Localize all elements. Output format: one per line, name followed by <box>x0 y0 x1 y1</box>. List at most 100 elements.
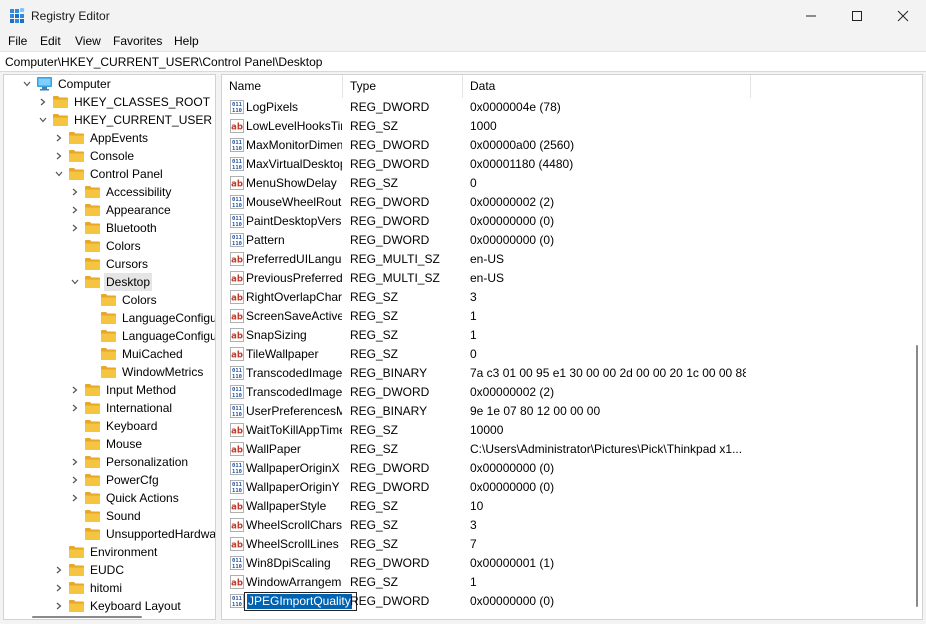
tree-item[interactable]: MuiCached <box>4 345 214 363</box>
value-list[interactable]: Name Type Data 011 110 LogPixels REG_DWORD 0… <box>221 74 923 620</box>
chevron-right-icon[interactable] <box>38 97 48 107</box>
value-row[interactable]: abPreviousPreferredUILanguages REG_MULTI_… <box>222 269 912 288</box>
tree-item[interactable]: Computer <box>4 75 214 93</box>
column-data-header[interactable]: Data <box>463 75 751 98</box>
menu-help[interactable]: Help <box>174 34 199 48</box>
chevron-right-icon[interactable] <box>70 385 80 395</box>
value-type: REG_SZ <box>350 176 399 190</box>
tree-item[interactable]: LanguageConfiguration_pending <box>4 327 215 345</box>
tree-item[interactable]: UnsupportedHardwareNotificationCache <box>4 525 215 543</box>
tree-item[interactable]: Input Method <box>4 381 214 399</box>
menu-view[interactable]: View <box>75 34 101 48</box>
tree-item[interactable]: WindowMetrics <box>4 363 214 381</box>
value-row[interactable]: ab SnapSizing REG_SZ 1 <box>222 326 912 345</box>
tree-item[interactable]: Desktop <box>4 273 214 291</box>
chevron-down-icon[interactable] <box>70 277 80 287</box>
value-row[interactable]: 011 110 WallpaperOriginY REG_DWORD 0x0000000… <box>222 478 912 497</box>
value-row[interactable]: ab WallPaper REG_SZ C:\Users\Administrator\… <box>222 440 912 459</box>
chevron-right-icon[interactable] <box>54 151 64 161</box>
tree-item[interactable]: Control Panel <box>4 165 214 183</box>
key-tree[interactable]: Computer HKEY_CLASSES_ROOT HKEY_CURRENT_US… <box>3 74 216 620</box>
maximize-button[interactable] <box>834 0 880 31</box>
tree-item[interactable]: Bluetooth <box>4 219 214 237</box>
tree-item[interactable]: Environment <box>4 543 214 561</box>
chevron-right-icon[interactable] <box>70 493 80 503</box>
chevron-down-icon[interactable] <box>54 169 64 179</box>
tree-item[interactable]: Personalization <box>4 453 214 471</box>
address-path[interactable]: Computer\HKEY_CURRENT_USER\Control Panel… <box>5 55 322 69</box>
tree-item[interactable]: hitomi <box>4 579 214 597</box>
tree-item[interactable]: International <box>4 399 214 417</box>
value-name: WallPaper <box>246 442 301 456</box>
tree-item-label: WindowMetrics <box>122 365 204 379</box>
value-row[interactable]: abPreferredUILanguages REG_MULTI_SZ en-US <box>222 250 912 269</box>
tree-item[interactable]: Console <box>4 147 214 165</box>
chevron-right-icon[interactable] <box>54 601 64 611</box>
value-row[interactable]: 011110MaxVirtualDesktopDimension REG_DWOR… <box>222 155 912 174</box>
close-button[interactable] <box>880 0 926 31</box>
tree-item[interactable]: Keyboard Layout <box>4 597 214 615</box>
value-row[interactable]: 011 110 LogPixels REG_DWORD 0x0000004e (78) <box>222 98 912 117</box>
value-row[interactable]: ab RightOverlapChars REG_SZ 3 <box>222 288 912 307</box>
value-row[interactable]: 011110MaxMonitorDimension REG_DWORD 0x0000… <box>222 136 912 155</box>
address-bar[interactable]: Computer\HKEY_CURRENT_USER\Control Panel… <box>0 51 926 72</box>
menu-file[interactable]: File <box>8 34 27 48</box>
value-row[interactable]: 011110TranscodedImageCache REG_BINARY 7a c… <box>222 364 912 383</box>
value-row[interactable]: 011 110 WallpaperOriginX REG_DWORD 0x0000000… <box>222 459 912 478</box>
chevron-right-icon[interactable] <box>70 205 80 215</box>
chevron-right-icon[interactable] <box>70 457 80 467</box>
chevron-right-icon[interactable] <box>70 223 80 233</box>
tree-item[interactable]: HKEY_CURRENT_USER <box>4 111 214 129</box>
value-row[interactable]: ab WheelScrollLines REG_SZ 7 <box>222 535 912 554</box>
tree-item[interactable]: Accessibility <box>4 183 214 201</box>
value-row[interactable]: ab MenuShowDelay REG_SZ 0 <box>222 174 912 193</box>
tree-item[interactable]: HKEY_CLASSES_ROOT <box>4 93 214 111</box>
tree-item[interactable]: EUDC <box>4 561 214 579</box>
value-row[interactable]: 011110PaintDesktopVersion REG_DWORD 0x0000… <box>222 212 912 231</box>
value-row[interactable]: abWindowArrangementActive REG_SZ 1 <box>222 573 912 592</box>
rename-input[interactable]: JPEGImportQuality <box>244 592 357 611</box>
tree-item[interactable]: Colors <box>4 291 214 309</box>
value-data: 1 <box>470 309 477 323</box>
menu-favorites[interactable]: Favorites <box>113 34 162 48</box>
value-row[interactable]: 011110UserPreferencesMask REG_BINARY 9e 1e… <box>222 402 912 421</box>
chevron-right-icon[interactable] <box>70 403 80 413</box>
value-row[interactable]: 011110MouseWheelRouting REG_DWORD 0x000000… <box>222 193 912 212</box>
value-row[interactable]: 011 110 JPEGImportQuality REG_DWORD 0x000000… <box>222 592 912 611</box>
column-type-header[interactable]: Type <box>343 75 463 98</box>
tree-item[interactable]: Keyboard <box>4 417 214 435</box>
value-row[interactable]: ab ScreenSaveActive REG_SZ 1 <box>222 307 912 326</box>
minimize-icon <box>806 15 816 16</box>
chevron-down-icon[interactable] <box>38 115 48 125</box>
tree-item[interactable]: Quick Actions <box>4 489 214 507</box>
tree-item[interactable]: LanguageConfiguration <box>4 309 215 327</box>
value-row[interactable]: ab TileWallpaper REG_SZ 0 <box>222 345 912 364</box>
tree-item[interactable]: Colors <box>4 237 214 255</box>
tree-item[interactable]: Cursors <box>4 255 214 273</box>
chevron-right-icon[interactable] <box>54 565 64 575</box>
svg-text:ab: ab <box>231 503 243 513</box>
value-row[interactable]: ab WheelScrollChars REG_SZ 3 <box>222 516 912 535</box>
chevron-down-icon[interactable] <box>22 79 32 89</box>
value-row[interactable]: 011 110 Pattern REG_DWORD 0x00000000 (0) <box>222 231 912 250</box>
value-row[interactable]: abWaitToKillAppTimeout REG_SZ 10000 <box>222 421 912 440</box>
tree-item[interactable]: AppEvents <box>4 129 214 147</box>
tree-item[interactable]: Sound <box>4 507 214 525</box>
value-row[interactable]: abLowLevelHooksTimeout REG_SZ 1000 <box>222 117 912 136</box>
minimize-button[interactable] <box>788 0 834 31</box>
column-name-header[interactable]: Name <box>222 75 343 98</box>
chevron-right-icon[interactable] <box>70 187 80 197</box>
tree-item[interactable]: PowerCfg <box>4 471 214 489</box>
chevron-right-icon[interactable] <box>54 583 64 593</box>
list-vertical-scrollbar[interactable] <box>916 345 918 607</box>
chevron-right-icon[interactable] <box>54 133 64 143</box>
menu-edit[interactable]: Edit <box>40 34 61 48</box>
value-row[interactable]: 011110TranscodedImageCount REG_DWORD 0x000… <box>222 383 912 402</box>
value-row[interactable]: ab WallpaperStyle REG_SZ 10 <box>222 497 912 516</box>
chevron-right-icon[interactable] <box>70 475 80 485</box>
tree-item[interactable]: Mouse <box>4 435 214 453</box>
tree-item[interactable]: Appearance <box>4 201 214 219</box>
string-value-icon: ab <box>230 347 244 361</box>
value-row[interactable]: 011 110 Win8DpiScaling REG_DWORD 0x00000001 … <box>222 554 912 573</box>
tree-horizontal-scrollbar[interactable] <box>32 616 142 618</box>
